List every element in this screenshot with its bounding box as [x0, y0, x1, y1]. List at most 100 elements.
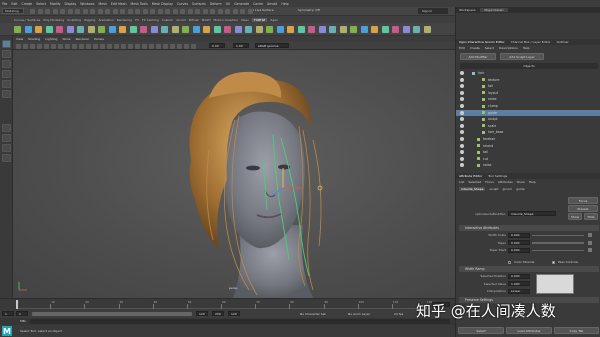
shelf-tab[interactable]: Poly Modeling: [43, 18, 64, 22]
menu-item-display[interactable]: Display: [65, 2, 77, 6]
status-tool-icon[interactable]: [150, 8, 155, 14]
shelf-tab[interactable]: Rendering: [117, 18, 132, 22]
shelf-tab[interactable]: FX: [135, 18, 139, 22]
attr-field[interactable]: 1.000: [508, 281, 530, 286]
status-tool-icon[interactable]: [82, 8, 88, 14]
playhead[interactable]: [16, 300, 18, 309]
visibility-eye-icon[interactable]: [460, 104, 464, 108]
status-tool-icon[interactable]: [217, 8, 223, 14]
status-tool-icon[interactable]: [105, 8, 110, 14]
load-attributes-button[interactable]: Load Attributes: [506, 327, 552, 334]
status-tool-icon[interactable]: [180, 8, 185, 14]
xgen-menu-create[interactable]: Create: [470, 46, 480, 50]
shelf-tool-icon[interactable]: [350, 26, 357, 33]
command-input[interactable]: [30, 319, 450, 324]
visibility-eye-icon[interactable]: [460, 117, 464, 122]
panel-menu-lighting[interactable]: Lighting: [45, 37, 57, 41]
scale-tool-icon[interactable]: [2, 90, 11, 98]
panel-tool-icon[interactable]: [107, 43, 112, 49]
menu-item-select[interactable]: Select: [36, 2, 46, 6]
shelf-tool-icon[interactable]: [339, 26, 347, 33]
add-sculpt-layer-button[interactable]: Add Sculpt Layer: [500, 53, 544, 60]
ae-node-tab[interactable]: inGuide_Shape: [459, 187, 486, 191]
tab-attribute-editor[interactable]: Attribute Editor: [459, 174, 482, 178]
status-tool-icon[interactable]: [202, 8, 208, 14]
list-item[interactable]: guide: [456, 109, 600, 116]
panel-tool-icon[interactable]: [23, 43, 28, 49]
attr-field[interactable]: Linear: [508, 288, 530, 294]
list-item[interactable]: forehair: [456, 136, 600, 142]
shelf-tool-icon[interactable]: [203, 26, 210, 33]
shelf-tool-icon[interactable]: [423, 26, 431, 33]
visibility-eye-icon[interactable]: [460, 156, 464, 161]
menu-item-edit[interactable]: Edit: [11, 2, 17, 6]
layout-four-icon[interactable]: [2, 134, 11, 142]
menu-item-generate[interactable]: Generate: [234, 2, 249, 6]
menu-item-deform[interactable]: Deform: [210, 2, 222, 6]
status-tool-icon[interactable]: [60, 8, 65, 14]
list-item[interactable]: strand: [456, 143, 600, 149]
start-frame-field[interactable]: 1: [2, 311, 14, 316]
panel-tool-icon[interactable]: [100, 43, 105, 49]
live-surface[interactable]: No Live Surface: [250, 8, 274, 12]
shelf-tool-icon[interactable]: [266, 26, 273, 33]
map-icon[interactable]: [588, 240, 592, 245]
shelf-tool-icon[interactable]: [77, 26, 84, 33]
list-item[interactable]: clump: [456, 103, 600, 109]
visibility-eye-icon[interactable]: [460, 110, 464, 115]
add-modifier-button[interactable]: Add Modifier: [460, 53, 496, 60]
list-item[interactable]: noise: [456, 96, 600, 102]
panel-tool-icon[interactable]: [51, 43, 56, 49]
panel-tool-icon[interactable]: [184, 43, 189, 49]
shelf-tool-icon[interactable]: [87, 26, 95, 33]
viewport-3d[interactable]: persp: [13, 50, 455, 298]
status-tool-icon[interactable]: [225, 8, 230, 14]
attr-slider[interactable]: [532, 249, 584, 251]
panel-tool-icon[interactable]: [79, 43, 84, 49]
shelf-tool-icon[interactable]: [213, 26, 221, 33]
shelf-tab[interactable]: XGen: [241, 18, 249, 22]
color-strands-row[interactable]: Color Strands: [508, 260, 534, 264]
character-set[interactable]: No Character Set: [300, 312, 326, 316]
panel-tool-icon[interactable]: [142, 43, 147, 49]
panel-tool-icon[interactable]: [121, 43, 126, 49]
shelf-tool-icon[interactable]: [329, 26, 336, 33]
section-interactive-attributes[interactable]: Interactive Attributes: [459, 225, 599, 231]
visibility-eye-icon[interactable]: [460, 130, 464, 135]
panel-menu-panels[interactable]: Panels: [94, 37, 104, 41]
shelf-tool-icon[interactable]: [224, 26, 231, 33]
shelf-tool-icon[interactable]: [108, 26, 116, 33]
checkbox-icon[interactable]: [552, 260, 555, 264]
select-tool-icon[interactable]: [2, 40, 11, 48]
panel-menu-renderer[interactable]: Renderer: [76, 37, 90, 41]
menu-item-uv[interactable]: UV: [226, 2, 231, 6]
shelf-tab[interactable]: MASH: [202, 18, 211, 22]
visibility-eye-icon[interactable]: [460, 163, 464, 168]
list-item[interactable]: sculpt: [456, 116, 600, 122]
menu-item-cache[interactable]: Cache: [253, 2, 263, 6]
status-tool-icon[interactable]: [165, 8, 170, 14]
shelf-tool-icon[interactable]: [276, 26, 284, 33]
shelf-tool-icon[interactable]: [35, 26, 42, 33]
shelf-tool-icon[interactable]: [318, 26, 326, 33]
list-item[interactable]: hair: [456, 70, 600, 76]
shelf-tool-icon[interactable]: [308, 26, 315, 33]
shelf-tab[interactable]: TURTLE: [251, 17, 268, 22]
ae-menu-list[interactable]: List: [459, 180, 464, 184]
panel-tool-icon[interactable]: [58, 43, 63, 49]
gamma-field[interactable]: 1.00: [233, 43, 249, 48]
panel-menu-view[interactable]: View: [16, 37, 23, 41]
panel-tool-icon[interactable]: [114, 43, 119, 49]
menu-item-edit-mesh[interactable]: Edit Mesh: [111, 2, 127, 6]
status-tool-icon[interactable]: [157, 8, 163, 14]
end-frame-field-2[interactable]: 120: [228, 311, 240, 316]
show-button[interactable]: Show: [568, 213, 582, 220]
shelf-tool-icon[interactable]: [129, 26, 137, 33]
panel-menu-show[interactable]: Show: [62, 37, 70, 41]
xgen-menu-descriptions[interactable]: Descriptions: [499, 46, 518, 50]
list-item[interactable]: layout: [456, 90, 600, 96]
panel-tool-icon[interactable]: [163, 43, 168, 49]
menu-item-mesh[interactable]: Mesh: [99, 2, 107, 6]
shelf-tool-icon[interactable]: [360, 26, 368, 33]
menu-item-arnold[interactable]: Arnold: [267, 2, 277, 6]
